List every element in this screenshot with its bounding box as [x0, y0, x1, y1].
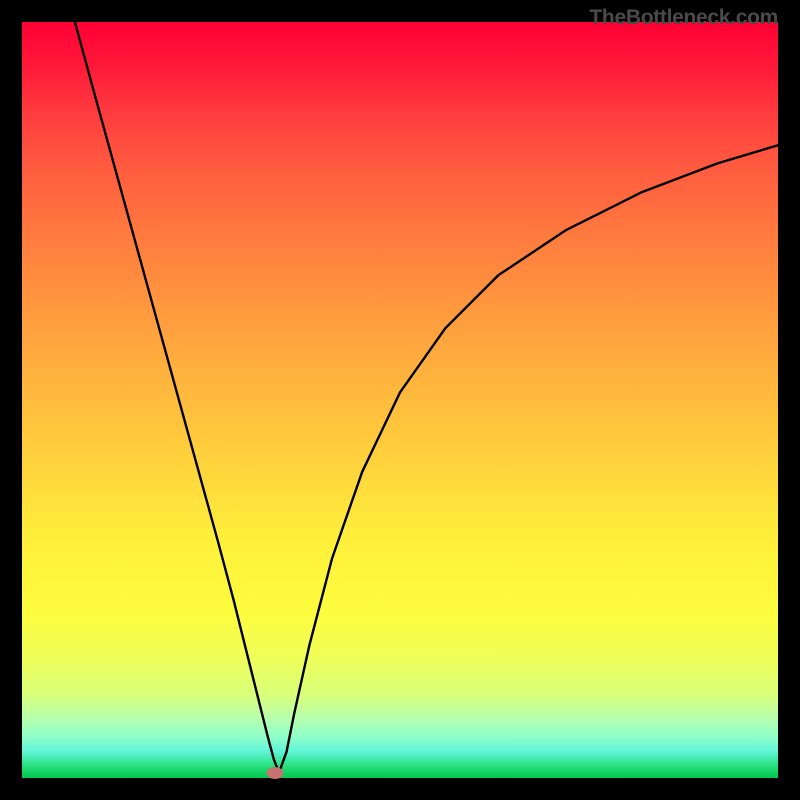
minimum-marker [267, 767, 284, 779]
watermark-text: TheBottleneck.com [589, 6, 778, 30]
chart-svg [22, 22, 778, 778]
chart-background [22, 22, 778, 778]
curve-path [75, 22, 778, 773]
